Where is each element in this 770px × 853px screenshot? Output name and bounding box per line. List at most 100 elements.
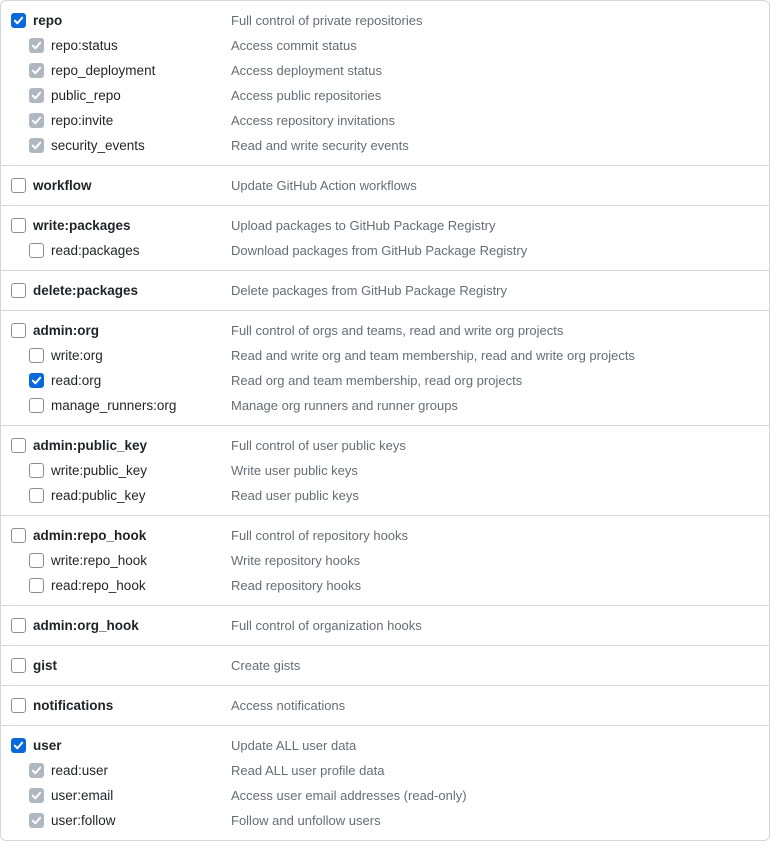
scope-group-write-packages: write:packages Upload packages to GitHub… (1, 205, 769, 270)
scope-checkbox[interactable] (29, 763, 44, 778)
scope-name: workflow (33, 178, 92, 193)
scope-child-user-follow: user:follow Follow and unfollow users (11, 808, 759, 833)
scope-checkbox[interactable] (29, 553, 44, 568)
scope-parent-gist: gist Create gists (11, 653, 759, 678)
scope-label-col: read:repo_hook (29, 578, 231, 593)
scope-description: Read and write security events (231, 138, 409, 153)
scope-checkbox[interactable] (29, 788, 44, 803)
scope-checkbox[interactable] (29, 88, 44, 103)
scope-checkbox[interactable] (11, 658, 26, 673)
scope-child-read-org: read:org Read org and team membership, r… (11, 368, 759, 393)
scope-label-col: read:public_key (29, 488, 231, 503)
scope-parent-repo: repo Full control of private repositorie… (11, 8, 759, 33)
scope-name: write:repo_hook (51, 553, 147, 568)
scope-name: read:public_key (51, 488, 146, 503)
scope-child-write-org: write:org Read and write org and team me… (11, 343, 759, 368)
scope-description: Delete packages from GitHub Package Regi… (231, 283, 507, 298)
scope-group-admin-org: admin:org Full control of orgs and teams… (1, 310, 769, 425)
scope-child-public-repo: public_repo Access public repositories (11, 83, 759, 108)
scope-description: Follow and unfollow users (231, 813, 381, 828)
scope-description: Full control of private repositories (231, 13, 422, 28)
scope-checkbox[interactable] (11, 218, 26, 233)
scope-label-col: manage_runners:org (29, 398, 231, 413)
scope-label-col: repo_deployment (29, 63, 231, 78)
scope-checkbox[interactable] (11, 283, 26, 298)
scope-label-col: user:follow (29, 813, 231, 828)
scope-child-write-repo-hook: write:repo_hook Write repository hooks (11, 548, 759, 573)
scope-checkbox[interactable] (11, 323, 26, 338)
scope-description: Access public repositories (231, 88, 381, 103)
scope-list: repo Full control of private repositorie… (0, 0, 770, 841)
scope-child-read-repo-hook: read:repo_hook Read repository hooks (11, 573, 759, 598)
scope-name: notifications (33, 698, 113, 713)
scope-name: read:packages (51, 243, 140, 258)
scope-description: Read user public keys (231, 488, 359, 503)
scope-group-admin-org-hook: admin:org_hook Full control of organizat… (1, 605, 769, 645)
scope-checkbox[interactable] (11, 698, 26, 713)
scope-description: Access commit status (231, 38, 357, 53)
scope-parent-user: user Update ALL user data (11, 733, 759, 758)
scope-name: admin:repo_hook (33, 528, 146, 543)
scope-description: Full control of user public keys (231, 438, 406, 453)
scope-description: Read ALL user profile data (231, 763, 384, 778)
scope-description: Access user email addresses (read-only) (231, 788, 467, 803)
scope-checkbox[interactable] (29, 348, 44, 363)
scope-checkbox[interactable] (11, 738, 26, 753)
scope-label-col: notifications (11, 698, 231, 713)
scope-name: admin:org_hook (33, 618, 139, 633)
scope-checkbox[interactable] (11, 528, 26, 543)
scope-name: security_events (51, 138, 145, 153)
scope-checkbox[interactable] (11, 178, 26, 193)
scope-checkbox[interactable] (29, 243, 44, 258)
scope-label-col: user:email (29, 788, 231, 803)
scope-description: Download packages from GitHub Package Re… (231, 243, 527, 258)
scope-label-col: security_events (29, 138, 231, 153)
scope-label-col: write:org (29, 348, 231, 363)
scope-checkbox[interactable] (29, 113, 44, 128)
scope-checkbox[interactable] (29, 813, 44, 828)
scope-name: write:public_key (51, 463, 147, 478)
scope-checkbox[interactable] (29, 578, 44, 593)
scope-child-read-packages: read:packages Download packages from Git… (11, 238, 759, 263)
scope-checkbox[interactable] (29, 373, 44, 388)
scope-child-repo-deployment: repo_deployment Access deployment status (11, 58, 759, 83)
scope-description: Manage org runners and runner groups (231, 398, 458, 413)
scope-label-col: read:user (29, 763, 231, 778)
scope-name: write:packages (33, 218, 131, 233)
scope-parent-delete-packages: delete:packages Delete packages from Git… (11, 278, 759, 303)
scope-group-user: user Update ALL user data read:user Read… (1, 725, 769, 840)
scope-parent-admin-org: admin:org Full control of orgs and teams… (11, 318, 759, 343)
scope-checkbox[interactable] (29, 63, 44, 78)
scope-name: manage_runners:org (51, 398, 176, 413)
scope-group-workflow: workflow Update GitHub Action workflows (1, 165, 769, 205)
scope-label-col: write:packages (11, 218, 231, 233)
scope-name: read:repo_hook (51, 578, 146, 593)
scope-label-col: admin:public_key (11, 438, 231, 453)
scope-name: public_repo (51, 88, 121, 103)
scope-name: user:follow (51, 813, 116, 828)
scope-checkbox[interactable] (11, 438, 26, 453)
scope-checkbox[interactable] (29, 463, 44, 478)
scope-label-col: admin:repo_hook (11, 528, 231, 543)
scope-description: Full control of organization hooks (231, 618, 422, 633)
scope-label-col: delete:packages (11, 283, 231, 298)
scope-checkbox[interactable] (29, 488, 44, 503)
scope-label-col: gist (11, 658, 231, 673)
scope-description: Read org and team membership, read org p… (231, 373, 522, 388)
scope-label-col: repo:invite (29, 113, 231, 128)
scope-checkbox[interactable] (29, 38, 44, 53)
scope-checkbox[interactable] (11, 618, 26, 633)
scope-label-col: workflow (11, 178, 231, 193)
scope-checkbox[interactable] (29, 398, 44, 413)
scope-label-col: admin:org_hook (11, 618, 231, 633)
scope-label-col: admin:org (11, 323, 231, 338)
scope-checkbox[interactable] (29, 138, 44, 153)
scope-name: gist (33, 658, 57, 673)
scope-parent-write-packages: write:packages Upload packages to GitHub… (11, 213, 759, 238)
scope-checkbox[interactable] (11, 13, 26, 28)
scope-group-repo: repo Full control of private repositorie… (1, 1, 769, 165)
scope-description: Full control of orgs and teams, read and… (231, 323, 563, 338)
scope-name: repo (33, 13, 62, 28)
scope-name: read:org (51, 373, 101, 388)
scope-description: Access repository invitations (231, 113, 395, 128)
